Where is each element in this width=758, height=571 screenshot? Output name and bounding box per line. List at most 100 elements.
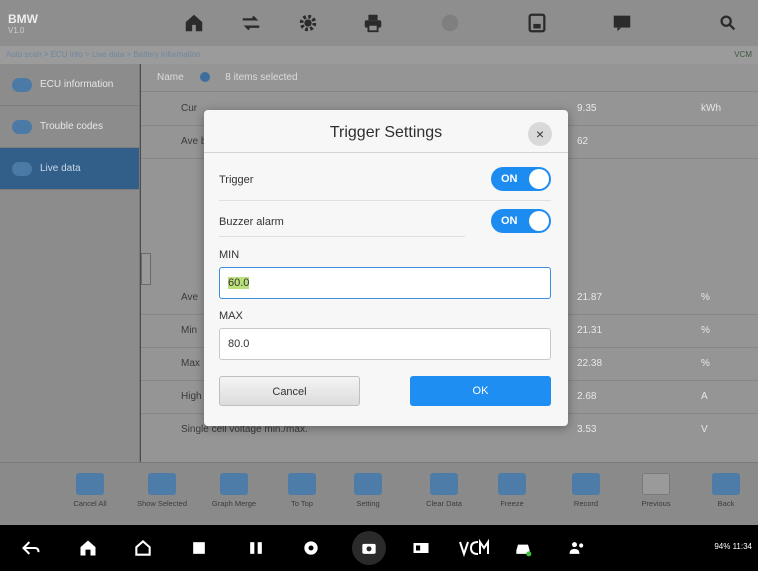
toggle-knob [529, 211, 549, 231]
show-selected-icon [148, 473, 176, 495]
toggle-knob [529, 169, 549, 189]
list-header: Name 8 items selected [141, 64, 758, 92]
top-toolbar: BMW V1.0 [0, 0, 758, 46]
user-management-icon[interactable] [566, 537, 588, 559]
print-icon[interactable] [359, 9, 387, 37]
collapse-handle[interactable] [141, 253, 151, 285]
sidebar-item-label: ECU information [40, 79, 114, 90]
message-icon[interactable] [608, 9, 636, 37]
max-label: MAX [219, 310, 243, 322]
breadcrumb-path: Auto scan > ECU info > Live data > Batte… [6, 50, 201, 59]
brand: BMW V1.0 [0, 12, 62, 35]
browser-icon[interactable] [300, 537, 322, 559]
cancel-all-button[interactable]: Cancel All [58, 473, 122, 508]
car-icon[interactable] [512, 537, 534, 559]
list-item-label: Ave [181, 292, 199, 303]
sidebar-item-live-data[interactable]: Live data [0, 148, 139, 190]
list-item-unit: % [701, 358, 710, 369]
screen-record-icon[interactable] [410, 537, 432, 559]
list-item-label: Cur [181, 103, 198, 114]
action-label: Graph Merge [211, 499, 257, 508]
back-arrow-icon[interactable] [20, 537, 42, 559]
sidebar-item-label: Trouble codes [40, 121, 103, 132]
sidebar-item-trouble-codes[interactable]: Trouble codes [0, 106, 139, 148]
trigger-label: Trigger [219, 174, 254, 186]
live-data-icon [12, 161, 32, 176]
back-icon [712, 473, 740, 495]
breadcrumb: Auto scan > ECU info > Live data > Batte… [0, 46, 758, 64]
vcm-status: VCM [734, 50, 752, 59]
action-label: Cancel All [73, 499, 107, 508]
list-item-value: 21.31 [577, 325, 603, 336]
record-button[interactable]: Record [554, 473, 618, 508]
action-label: Setting [356, 499, 380, 508]
list-item-unit: kWh [701, 103, 721, 114]
list-item-value: 22.38 [577, 358, 603, 369]
list-item-label: Max [181, 358, 200, 369]
min-label: MIN [219, 249, 240, 261]
divider [219, 200, 551, 201]
select-all-toggle[interactable] [200, 72, 211, 83]
max-input[interactable]: 80.0 [219, 328, 551, 360]
help-icon[interactable] [436, 9, 464, 37]
list-item-label: Min [181, 325, 198, 336]
ok-button[interactable]: OK [410, 376, 551, 406]
previous-icon [642, 473, 670, 495]
buzzer-alarm-label: Buzzer alarm [219, 216, 284, 228]
previous-button[interactable]: Previous [624, 473, 688, 508]
cancel-all-icon [76, 473, 104, 495]
action-label: Show Selected [136, 499, 188, 508]
action-label: Clear Data [426, 499, 462, 508]
freeze-button[interactable]: Freeze [480, 473, 544, 508]
cancel-button[interactable]: Cancel [219, 376, 360, 406]
house-nav-icon[interactable] [132, 537, 154, 559]
setting-button[interactable]: Setting [336, 473, 400, 508]
list-item-unit: A [701, 391, 708, 402]
home-icon[interactable] [180, 9, 208, 37]
vehicle-swap-icon[interactable] [237, 9, 265, 37]
vcm-icon[interactable] [458, 537, 490, 559]
camera-icon[interactable] [352, 531, 386, 565]
list-header-name: Name [157, 72, 184, 83]
search-icon[interactable] [714, 9, 742, 37]
system-nav-bar: 94% 11:34 [0, 525, 758, 571]
trigger-settings-dialog: Trigger Settings × Trigger ON Buzzer ala… [204, 110, 568, 426]
brand-name: BMW [8, 11, 38, 26]
sidebar-item-ecu-information[interactable]: ECU information [0, 64, 139, 106]
gear-icon[interactable] [294, 9, 322, 37]
sidebar: ECU information Trouble codes Live data [0, 64, 140, 462]
recent-apps-icon[interactable] [188, 537, 210, 559]
sidebar-item-label: Live data [40, 163, 81, 174]
to-top-icon [288, 473, 316, 495]
trigger-toggle[interactable]: ON [491, 167, 551, 191]
home-nav-icon[interactable] [77, 537, 99, 559]
trouble-codes-icon [12, 119, 32, 134]
graph-merge-button[interactable]: Graph Merge [202, 473, 266, 508]
list-item-value: 21.87 [577, 292, 603, 303]
list-item-value: 3.53 [577, 424, 597, 435]
dialog-title: Trigger Settings [329, 124, 443, 141]
split-view-icon[interactable] [245, 537, 267, 559]
to-top-button[interactable]: To Top [270, 473, 334, 508]
brand-version: V1.0 [8, 25, 25, 35]
save-icon[interactable] [523, 9, 551, 37]
status-text: 94% 11:34 [714, 542, 752, 551]
buzzer-toggle-state: ON [501, 215, 518, 227]
status-bar: 94% 11:34 [714, 542, 752, 551]
clear-data-button[interactable]: Clear Data [412, 473, 476, 508]
clear-data-icon [430, 473, 458, 495]
min-input[interactable]: 60.0 [219, 267, 551, 299]
action-bar: Cancel All Show Selected Graph Merge To … [0, 462, 758, 525]
buzzer-alarm-toggle[interactable]: ON [491, 209, 551, 233]
setting-icon [354, 473, 382, 495]
action-label: Record [573, 499, 599, 508]
show-selected-button[interactable]: Show Selected [130, 473, 194, 508]
list-item-label: High [181, 391, 202, 402]
action-label: Previous [641, 499, 671, 508]
divider [219, 236, 465, 237]
back-button[interactable]: Back [694, 473, 758, 508]
close-icon[interactable]: × [528, 122, 552, 146]
list-item-unit: V [701, 424, 708, 435]
divider [204, 152, 568, 153]
list-item-value: 9.35 [577, 103, 597, 114]
